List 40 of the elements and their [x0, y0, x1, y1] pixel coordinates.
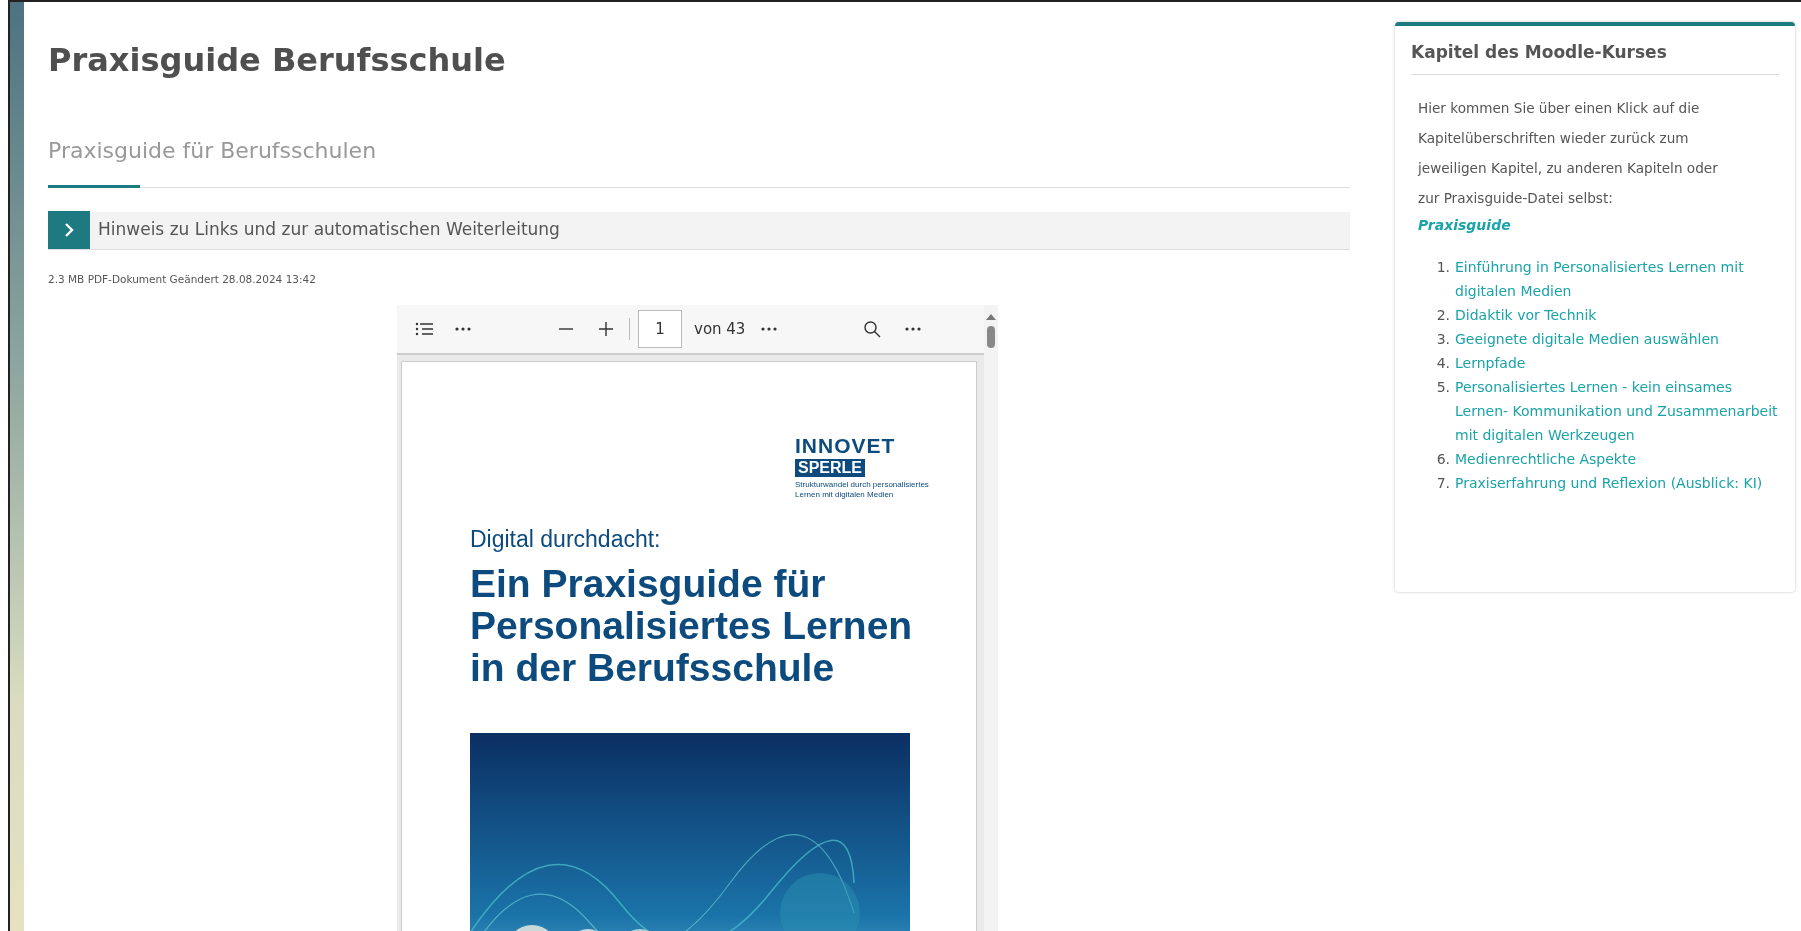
chevron-icon	[62, 223, 76, 238]
more-icon	[455, 327, 471, 332]
more-icon	[905, 327, 922, 332]
page-count: von 43	[694, 319, 746, 341]
chapter-number: 7.	[1435, 474, 1451, 494]
logo-tagline: Lernen mit digitalen Medien	[795, 489, 895, 500]
tab[interactable]: Praxisguide für Berufsschulen	[48, 133, 377, 188]
chapter-number: 4.	[1435, 354, 1451, 374]
scroll-up-icon	[986, 313, 996, 321]
page-number-field[interactable]: 1	[638, 310, 682, 349]
chapter-number: 1.	[1435, 258, 1451, 278]
notice-label: Hinweis zu Links und zur automatischen Weiterleitung	[98, 218, 560, 242]
expand-button[interactable]	[48, 211, 90, 250]
chapter-link[interactable]: Didaktik vor Technik	[1455, 303, 1779, 328]
file-info: 2.3 MB PDF-Dokument Geändert 28.08.2024 13:42	[48, 271, 317, 287]
scroll-thumb[interactable]	[987, 326, 995, 349]
sidebar-title: Kapitel des Moodle-Kurses	[1411, 42, 1779, 76]
logo-label: SPERLE	[795, 459, 865, 477]
chapter-link[interactable]: Medienrechtliche Aspekte	[1455, 447, 1779, 472]
document-title: Ein Praxisguide für Personalisiertes Lernen in der Berufsschule	[470, 562, 914, 689]
chapter-link[interactable]: Praxiserfahrung und Reflexion (Ausblick: KI)	[1455, 471, 1779, 496]
logo-tagline: Strukturwandel durch personalisiertes	[795, 480, 930, 490]
chapter-number: 5.	[1435, 378, 1451, 398]
more-icon	[761, 327, 778, 332]
chapter-link[interactable]: Geeignete digitale Medien auswählen	[1455, 327, 1779, 352]
chapter-link[interactable]: Personalisiertes Lernen - kein einsames Lernen- Kommunikation und Zusammenarbeit mit digitalen Werkzeugen	[1455, 375, 1779, 448]
chapter-number: 6.	[1435, 450, 1451, 470]
search-icon	[863, 320, 882, 339]
chapter-link[interactable]: Lernpfade	[1455, 351, 1779, 376]
zoom-in-icon	[597, 320, 615, 339]
chapter-number: 2.	[1435, 306, 1451, 326]
chapter-link[interactable]: Einführung in Personalisiertes Lernen mit digitalen Medien	[1455, 255, 1779, 304]
document-subtitle: Digital durchdacht:	[470, 525, 662, 553]
chapter-number: 3.	[1435, 330, 1451, 350]
logo-wordmark: INNOVET	[795, 435, 897, 457]
scrollbar[interactable]	[984, 305, 998, 931]
page-title: Praxisguide Berufsschule	[48, 40, 507, 81]
sidebar-intro: Hier kommen Sie über einen Klick auf die Kapitelüberschriften wieder zurück zum jeweiligen Kapitel, zu anderen Kapiteln oder zur Praxisguide-Datei selbst:	[1418, 99, 1719, 209]
praxisguide-link[interactable]: Praxisguide	[1418, 215, 1511, 237]
zoom-out-icon	[559, 328, 573, 331]
